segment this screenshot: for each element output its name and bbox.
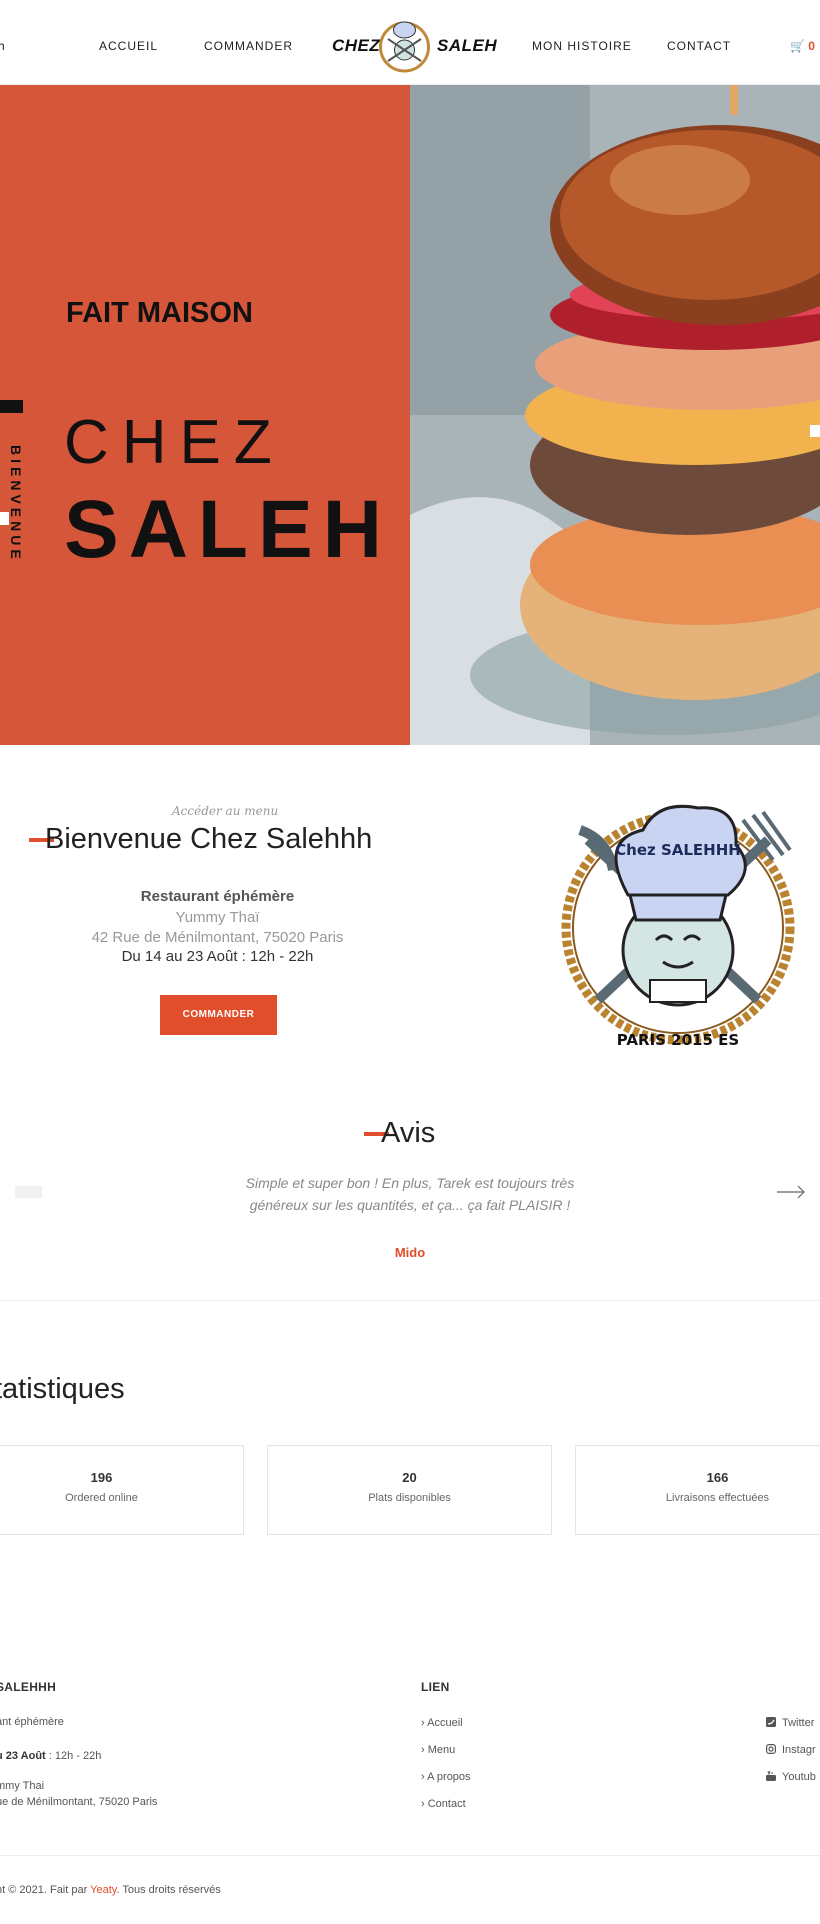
footer-dates: u 23 Août : 12h - 22h — [0, 1750, 101, 1762]
review-prev-button[interactable] — [15, 1186, 42, 1198]
hero-left-panel: FAIT MAISON CHEZ SALEH BIENVENUE — [0, 85, 410, 815]
cart-count: 0 — [808, 39, 815, 53]
hero-burger-image — [410, 85, 820, 745]
review-next-arrow-icon[interactable] — [776, 1184, 806, 1200]
stat-label: Ordered online — [65, 1492, 138, 1504]
footer-link-menu[interactable]: › Menu — [421, 1744, 455, 1756]
social-label: Instagr — [782, 1744, 816, 1756]
review-quote: Simple et super bon ! En plus, Tarek est… — [245, 1175, 575, 1213]
social-instagram-link[interactable]: Instagr — [766, 1744, 816, 1756]
welcome-title: Bienvenue Chez Salehhh — [45, 823, 373, 855]
footer-link-contact[interactable]: › Contact — [421, 1798, 466, 1810]
cart-icon: 🛒 — [790, 39, 805, 53]
restaurant-dates: Du 14 au 23 Août : 12h - 22h — [121, 948, 314, 965]
hero-title-line2: SALEH — [64, 484, 392, 575]
footer-dates-bold: u 23 Août — [0, 1750, 46, 1762]
commander-button[interactable]: COMMANDER — [160, 995, 277, 1035]
brand-right[interactable]: SALEH — [437, 36, 497, 56]
restaurant-venue: Yummy Thaï — [175, 909, 260, 926]
slider-prev-button[interactable] — [0, 512, 9, 525]
stat-value: 166 — [706, 1470, 729, 1485]
stat-value: 196 — [90, 1470, 113, 1485]
footer-col1-title: SALEHHH — [0, 1680, 57, 1694]
copyright: ht © 2021. Fait par Yeaty. Tous droits r… — [0, 1884, 221, 1896]
social-youtube-link[interactable]: Youtub — [766, 1771, 816, 1783]
footer-address: ue de Ménilmontant, 75020 Paris — [0, 1796, 158, 1808]
cart-button[interactable]: 🛒 0 — [790, 39, 815, 53]
nav-commander[interactable]: COMMANDER — [204, 39, 293, 53]
section-divider — [0, 1300, 820, 1301]
nav-accueil[interactable]: ACCUEIL — [99, 39, 158, 53]
footer-venue: mmy Thai — [0, 1780, 45, 1792]
nav-logo[interactable] — [378, 17, 431, 75]
hero-kicker: FAIT MAISON — [66, 297, 253, 329]
social-twitter-link[interactable]: Twitter — [766, 1717, 814, 1729]
logo-ring-text: PARIS 2015 ES — [617, 1031, 739, 1049]
stats-title: tatistiques — [0, 1373, 125, 1405]
youtube-icon — [766, 1771, 776, 1781]
stat-label: Livraisons effectuées — [665, 1492, 770, 1504]
chevron-right-icon: › — [421, 1798, 428, 1810]
reviews-title: Avis — [381, 1117, 436, 1149]
footer-dates-hours: : 12h - 22h — [45, 1750, 102, 1762]
burger-illustration — [410, 85, 820, 745]
brand-left[interactable]: CHEZ — [332, 36, 380, 56]
logo-hat-text: Chez SALEHHH — [615, 841, 741, 859]
review-author: Mido — [394, 1245, 426, 1260]
stat-card: 196 Ordered online — [0, 1445, 244, 1535]
stat-card: 166 Livraisons effectuées — [575, 1445, 820, 1535]
footer-link-label: Contact — [427, 1798, 466, 1810]
nav-contact[interactable]: CONTACT — [667, 39, 731, 53]
footer-link-label: Accueil — [427, 1717, 463, 1729]
chef-skull-logo: Chez SALEHHH PARIS 2015 ES — [561, 804, 795, 1049]
copyright-brand-link[interactable]: Yeaty — [90, 1884, 116, 1896]
side-label: BIENVENUE — [8, 445, 24, 563]
side-label-bar — [0, 400, 23, 413]
copyright-suffix: . Tous droits réservés — [116, 1884, 221, 1896]
nav-item-clipped[interactable]: h — [0, 39, 6, 53]
restaurant-subtitle: Restaurant éphémère — [140, 888, 295, 905]
chevron-right-icon: › — [421, 1744, 428, 1756]
hero-progress-line — [0, 813, 21, 815]
footer-col2-title: LIEN — [421, 1680, 450, 1694]
social-label: Twitter — [782, 1717, 815, 1729]
restaurant-address: 42 Rue de Ménilmontant, 75020 Paris — [91, 929, 344, 946]
stat-value: 20 — [402, 1470, 417, 1485]
stat-label: Plats disponibles — [368, 1492, 451, 1504]
hero-title-line1: CHEZ — [64, 408, 285, 477]
stat-card: 20 Plats disponibles — [267, 1445, 552, 1535]
footer-link-label: Menu — [427, 1744, 456, 1756]
copyright-prefix: ht © 2021. Fait par — [0, 1884, 91, 1896]
nav-mon-histoire[interactable]: MON HISTOIRE — [532, 39, 632, 53]
footer-link-label: A propos — [427, 1771, 471, 1783]
slider-next-button[interactable] — [810, 425, 820, 437]
footer-divider — [0, 1855, 820, 1856]
top-navbar: h ACCUEIL COMMANDER CHEZ SALEH MON HISTO… — [0, 0, 820, 85]
footer-link-apropos[interactable]: › A propos — [421, 1771, 471, 1783]
twitter-icon — [766, 1717, 776, 1727]
footer-subtitle: ant éphémère — [0, 1716, 64, 1728]
menu-link[interactable]: Accéder au menu — [172, 804, 278, 818]
footer-link-accueil[interactable]: › Accueil — [421, 1717, 463, 1729]
social-label: Youtub — [782, 1771, 816, 1783]
instagram-icon — [766, 1744, 776, 1754]
